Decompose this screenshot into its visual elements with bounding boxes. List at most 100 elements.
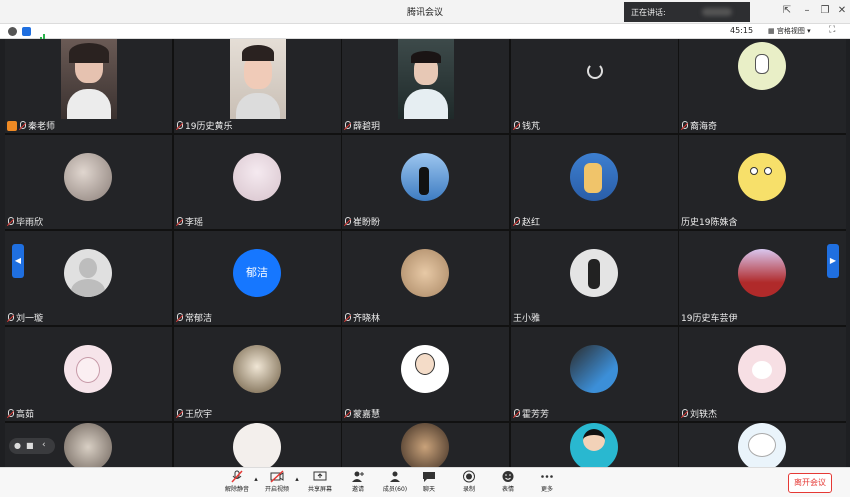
participant-tile[interactable] xyxy=(174,423,341,467)
participant-name: 刘轶杰 xyxy=(681,408,717,420)
host-icon xyxy=(7,120,17,131)
view-switcher[interactable]: ▦ 宫格视图 ▾ xyxy=(768,26,811,36)
speaking-label: 正在讲话: xyxy=(631,8,666,17)
participant-tile[interactable]: 蒙嘉慧 xyxy=(342,327,509,421)
participant-tile[interactable]: 崔盼盼 xyxy=(342,135,509,229)
more-button[interactable]: 更多 xyxy=(529,470,565,493)
avatar xyxy=(570,423,618,467)
mic-muted-icon xyxy=(344,313,351,322)
avatar xyxy=(64,423,112,467)
participant-tile[interactable]: 霍芳芳 xyxy=(511,327,678,421)
participant-tile[interactable] xyxy=(342,423,509,467)
mic-muted-icon xyxy=(231,470,243,483)
reactions-button[interactable]: 表情 xyxy=(490,470,526,493)
shield-icon[interactable] xyxy=(22,27,31,36)
participant-tile[interactable]: 高茹 xyxy=(5,327,172,421)
participant-tile[interactable]: 王欣宇 xyxy=(174,327,341,421)
participant-name: 赵红 xyxy=(513,216,540,228)
participant-name: 秦老师 xyxy=(7,120,55,132)
mic-muted-icon xyxy=(176,121,183,130)
chat-button[interactable]: 聊天 xyxy=(411,470,447,493)
participant-name: 李瑶 xyxy=(176,216,203,228)
mic-muted-icon xyxy=(681,409,688,418)
participant-tile[interactable]: 李瑶 xyxy=(174,135,341,229)
pin-icon[interactable]: ⇱ xyxy=(780,4,794,18)
members-button[interactable]: 成员(60) xyxy=(377,470,413,493)
participant-tile[interactable]: 19历史黄乐 xyxy=(174,39,341,133)
video-options-chevron-icon[interactable]: ▴ xyxy=(292,475,302,483)
add-user-icon xyxy=(352,471,364,482)
speaker-name-blurred xyxy=(702,8,732,16)
participant-tile[interactable]: 毕雨欣 xyxy=(5,135,172,229)
grid-icon: ▦ xyxy=(768,27,775,35)
share-screen-button[interactable]: 共享屏幕 xyxy=(302,470,338,493)
avatar xyxy=(738,345,786,393)
participant-name: 蒙嘉慧 xyxy=(344,408,380,420)
info-icon[interactable] xyxy=(8,27,17,36)
participant-tile[interactable]: 郁洁 常郁洁 xyxy=(174,231,341,325)
participant-video xyxy=(230,39,286,119)
title-bar: 腾讯会议 正在讲话: ⇱ – ❐ ✕ xyxy=(0,0,850,24)
participant-tile[interactable]: 赵红 xyxy=(511,135,678,229)
participant-tile[interactable]: 历史19陈姝含 xyxy=(679,135,846,229)
avatar xyxy=(64,153,112,201)
view-label: 宫格视图 xyxy=(776,27,805,35)
avatar xyxy=(64,345,112,393)
participant-video xyxy=(61,39,117,119)
participant-name: 齐晓林 xyxy=(344,312,380,324)
chevron-down-icon: ▾ xyxy=(807,27,811,35)
participant-name: 历史19陈姝含 xyxy=(681,218,738,228)
close-icon[interactable]: ✕ xyxy=(835,4,849,18)
members-icon xyxy=(390,471,400,482)
mic-icon[interactable]: ● xyxy=(14,441,21,450)
mic-muted-icon xyxy=(513,121,520,130)
mic-muted-icon xyxy=(344,121,351,130)
screen-share-icon xyxy=(313,471,327,481)
participant-video xyxy=(398,39,454,119)
next-page-button[interactable]: ▶ xyxy=(827,244,839,278)
fullscreen-icon[interactable]: ⛶ xyxy=(829,25,835,35)
participant-tile[interactable]: 王小雅 xyxy=(511,231,678,325)
participant-tile[interactable]: 秦老师 xyxy=(5,39,172,133)
avatar xyxy=(233,153,281,201)
control-bar: 解除静音 ▴ 开启视频 ▴ 共享屏幕 邀请 成员(60) 聊天 录制 表情 更多… xyxy=(0,467,850,497)
mic-muted-icon xyxy=(176,217,183,226)
participant-tile[interactable]: 钱芃 xyxy=(511,39,678,133)
signal-icon xyxy=(37,27,46,42)
speaking-indicator: 正在讲话: xyxy=(624,2,750,22)
participant-tile[interactable] xyxy=(679,423,846,467)
mic-muted-icon xyxy=(7,217,14,226)
avatar xyxy=(738,423,786,467)
avatar xyxy=(570,345,618,393)
restore-icon[interactable]: ❐ xyxy=(818,4,832,18)
chat-icon[interactable]: ■ xyxy=(26,441,34,450)
invite-button[interactable]: 邀请 xyxy=(340,470,376,493)
avatar: 郁洁 xyxy=(233,249,281,297)
participant-tile[interactable]: 刘一璇 xyxy=(5,231,172,325)
participant-tile[interactable]: 刘轶杰 xyxy=(679,327,846,421)
participant-tile[interactable] xyxy=(511,423,678,467)
avatar xyxy=(401,153,449,201)
mic-muted-icon xyxy=(7,409,14,418)
avatar xyxy=(738,249,786,297)
participant-tile[interactable]: 裔海奇 xyxy=(679,39,846,133)
avatar xyxy=(738,153,786,201)
avatar xyxy=(401,345,449,393)
mic-muted-icon xyxy=(344,217,351,226)
previous-page-button[interactable]: ◀ xyxy=(12,244,24,278)
participant-tile[interactable]: 19历史车芸伊 xyxy=(679,231,846,325)
collapse-icon[interactable]: ‹ xyxy=(42,440,46,450)
participant-tile[interactable]: 薛碧玥 xyxy=(342,39,509,133)
leave-meeting-button[interactable]: 离开会议 xyxy=(788,473,832,493)
record-icon xyxy=(463,470,475,483)
participant-name: 刘一璇 xyxy=(7,312,43,324)
minimize-icon[interactable]: – xyxy=(800,4,814,18)
participant-name: 钱芃 xyxy=(513,120,540,132)
emoji-icon xyxy=(502,471,514,482)
start-video-button[interactable]: 开启视频 xyxy=(259,470,295,493)
record-button[interactable]: 录制 xyxy=(451,470,487,493)
avatar xyxy=(64,249,112,297)
participant-tile[interactable]: 齐晓林 xyxy=(342,231,509,325)
participant-name: 常郁洁 xyxy=(176,312,212,324)
unmute-button[interactable]: 解除静音 xyxy=(219,470,255,493)
